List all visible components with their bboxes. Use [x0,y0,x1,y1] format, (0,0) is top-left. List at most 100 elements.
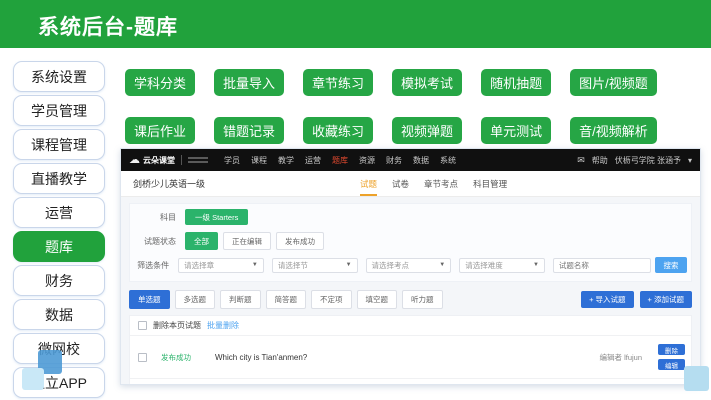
status-all[interactable]: 全部 [185,232,218,250]
status-badge: 发布成功 [161,352,199,363]
delete-button[interactable]: 删除 [658,344,685,355]
status-published[interactable]: 发布成功 [276,232,324,250]
question-row: 发布成功 Which city is Tian'anmen? 编辑者 lfuju… [130,335,691,378]
feature-mock-exam[interactable]: 模拟考试 [392,69,462,96]
chevron-down-icon: ▼ [533,262,539,268]
admin-screenshot: ☁ 云朵课堂 学员 课程 教学 运营 题库 资源 财务 数据 系统 ✉ 帮助 伏… [120,148,701,385]
add-question-button[interactable]: + 添加试题 [640,291,692,308]
course-title: 剑桥少儿英语一级 [133,177,205,190]
qtype-multiple-choice[interactable]: 多选题 [175,290,216,309]
qtype-indefinite[interactable]: 不定项 [311,290,352,309]
select-chapter-value: 请选择章 [184,260,214,271]
row-actions: 删除 编辑 [658,344,685,370]
feature-favorites-practice[interactable]: 收藏练习 [303,117,373,144]
nav-finance[interactable]: 财务 [386,155,402,166]
tab-papers[interactable]: 试卷 [392,171,409,196]
search-button[interactable]: 搜索 [655,257,687,273]
feature-row-2: 课后作业 错题记录 收藏练习 视频弹题 单元测试 音/视频解析 [125,117,691,144]
account-label[interactable]: 伏枥弓学院 张涵予 [615,155,681,166]
sidebar-item-live-teaching[interactable]: 直播教学 [13,163,105,194]
sidebar-item-system-settings[interactable]: 系统设置 [13,61,105,92]
logo: ☁ 云朵课堂 [129,155,208,166]
admin-nav-menu: 学员 课程 教学 运营 题库 资源 财务 数据 系统 [224,155,456,166]
feature-unit-test[interactable]: 单元测试 [481,117,551,144]
question-type-row: 单选题 多选题 判断题 简答题 不定项 填空题 听力题 + 导入试题 + 添加试… [129,290,692,309]
sidebar-item-data[interactable]: 数据 [13,299,105,330]
subject-tag-starters[interactable]: 一级 Starters [185,209,248,225]
batch-delete-link[interactable]: 批量删除 [207,320,239,331]
feature-random-questions[interactable]: 随机抽题 [481,69,551,96]
decorative-square [22,368,44,390]
nav-data[interactable]: 数据 [413,155,429,166]
question-list-header: 删除本页试题 批量删除 [130,316,691,335]
import-questions-button[interactable]: + 导入试题 [581,291,633,308]
slide: 系统后台-题库 系统设置 学员管理 课程管理 直播教学 运营 题库 财务 数据 … [0,0,711,400]
sidebar-item-finance[interactable]: 财务 [13,265,105,296]
feature-batch-import[interactable]: 批量导入 [214,69,284,96]
nav-teaching[interactable]: 教学 [278,155,294,166]
qtype-fill-blank[interactable]: 填空题 [357,290,398,309]
mail-icon[interactable]: ✉ [577,155,585,166]
condition-filter-row: 筛选条件 请选择章 ▼ 请选择节 ▼ 请选择考点 ▼ 请选择难度 [134,257,687,273]
feature-image-video-questions[interactable]: 图片/视频题 [570,69,657,96]
help-link[interactable]: 帮助 [592,155,608,166]
chevron-down-icon: ▼ [252,262,258,268]
feature-chapter-practice[interactable]: 章节练习 [303,69,373,96]
feature-homework[interactable]: 课后作业 [125,117,195,144]
question-list: 删除本页试题 批量删除 发布成功 Which city is Tian'anme… [129,315,692,385]
nav-resources[interactable]: 资源 [359,155,375,166]
filter-panel: 科目 一级 Starters 试题状态 全部 正在编辑 发布成功 筛选条件 请选… [129,203,692,282]
nav-students[interactable]: 学员 [224,155,240,166]
sidebar-item-operations[interactable]: 运营 [13,197,105,228]
select-chapter[interactable]: 请选择章 ▼ [178,258,264,273]
condition-label: 筛选条件 [134,260,169,271]
feature-video-popup-questions[interactable]: 视频弹题 [392,117,462,144]
admin-content: 科目 一级 Starters 试题状态 全部 正在编辑 发布成功 筛选条件 请选… [121,197,700,384]
delete-page-label[interactable]: 删除本页试题 [153,320,201,331]
logo-divider [181,155,182,165]
nav-question-bank[interactable]: 题库 [332,155,348,166]
chevron-down-icon: ▼ [439,262,445,268]
nav-operations[interactable]: 运营 [305,155,321,166]
slide-header: 系统后台-题库 [0,0,711,48]
feature-audio-video-analysis[interactable]: 音/视频解析 [570,117,657,144]
sidebar-item-course-management[interactable]: 课程管理 [13,129,105,160]
status-label: 试题状态 [134,236,176,247]
cloud-logo-icon: ☁ [129,155,140,166]
select-section[interactable]: 请选择节 ▼ [272,258,358,273]
question-name-input[interactable] [553,258,651,273]
chevron-down-icon[interactable]: ▾ [688,156,692,165]
select-exam-point[interactable]: 请选择考点 ▼ [366,258,452,273]
sidebar-item-question-bank[interactable]: 题库 [13,231,105,262]
subject-label: 科目 [134,212,176,223]
qtype-short-answer[interactable]: 简答题 [266,290,307,309]
feature-row-1: 学科分类 批量导入 章节练习 模拟考试 随机抽题 图片/视频题 [125,69,691,96]
row-checkbox[interactable] [138,353,147,362]
feature-wrong-question-record[interactable]: 错题记录 [214,117,284,144]
status-filter-row: 试题状态 全部 正在编辑 发布成功 [134,232,687,250]
select-exam-point-value: 请选择考点 [372,260,410,271]
nav-courses[interactable]: 课程 [251,155,267,166]
edit-button[interactable]: 编辑 [658,359,685,370]
question-row: 发布成功 Which country is Beijing in? 编辑者 lf… [130,378,691,385]
sidebar: 系统设置 学员管理 课程管理 直播教学 运营 题库 财务 数据 微网校 独立AP… [13,61,105,398]
logo-tagline [188,157,208,163]
qtype-true-false[interactable]: 判断题 [220,290,261,309]
question-bank-tabs: 试题 试卷 章节考点 科目管理 [360,171,507,196]
qtype-listening[interactable]: 听力题 [402,290,443,309]
select-all-checkbox[interactable] [138,321,147,330]
tab-chapter-points[interactable]: 章节考点 [424,171,458,196]
feature-subject-category[interactable]: 学科分类 [125,69,195,96]
qtype-single-choice[interactable]: 单选题 [129,290,170,309]
subject-filter-row: 科目 一级 Starters [134,209,687,225]
select-difficulty[interactable]: 请选择难度 ▼ [459,258,545,273]
logo-text: 云朵课堂 [143,155,175,166]
question-actions: + 导入试题 + 添加试题 [581,291,692,308]
status-editing[interactable]: 正在编辑 [223,232,271,250]
nav-system[interactable]: 系统 [440,155,456,166]
sidebar-item-student-management[interactable]: 学员管理 [13,95,105,126]
tab-subject-management[interactable]: 科目管理 [473,171,507,196]
admin-navbar: ☁ 云朵课堂 学员 课程 教学 运营 题库 资源 财务 数据 系统 ✉ 帮助 伏… [121,149,700,171]
tab-questions[interactable]: 试题 [360,171,377,196]
admin-nav-right: ✉ 帮助 伏枥弓学院 张涵予 ▾ [577,155,692,166]
